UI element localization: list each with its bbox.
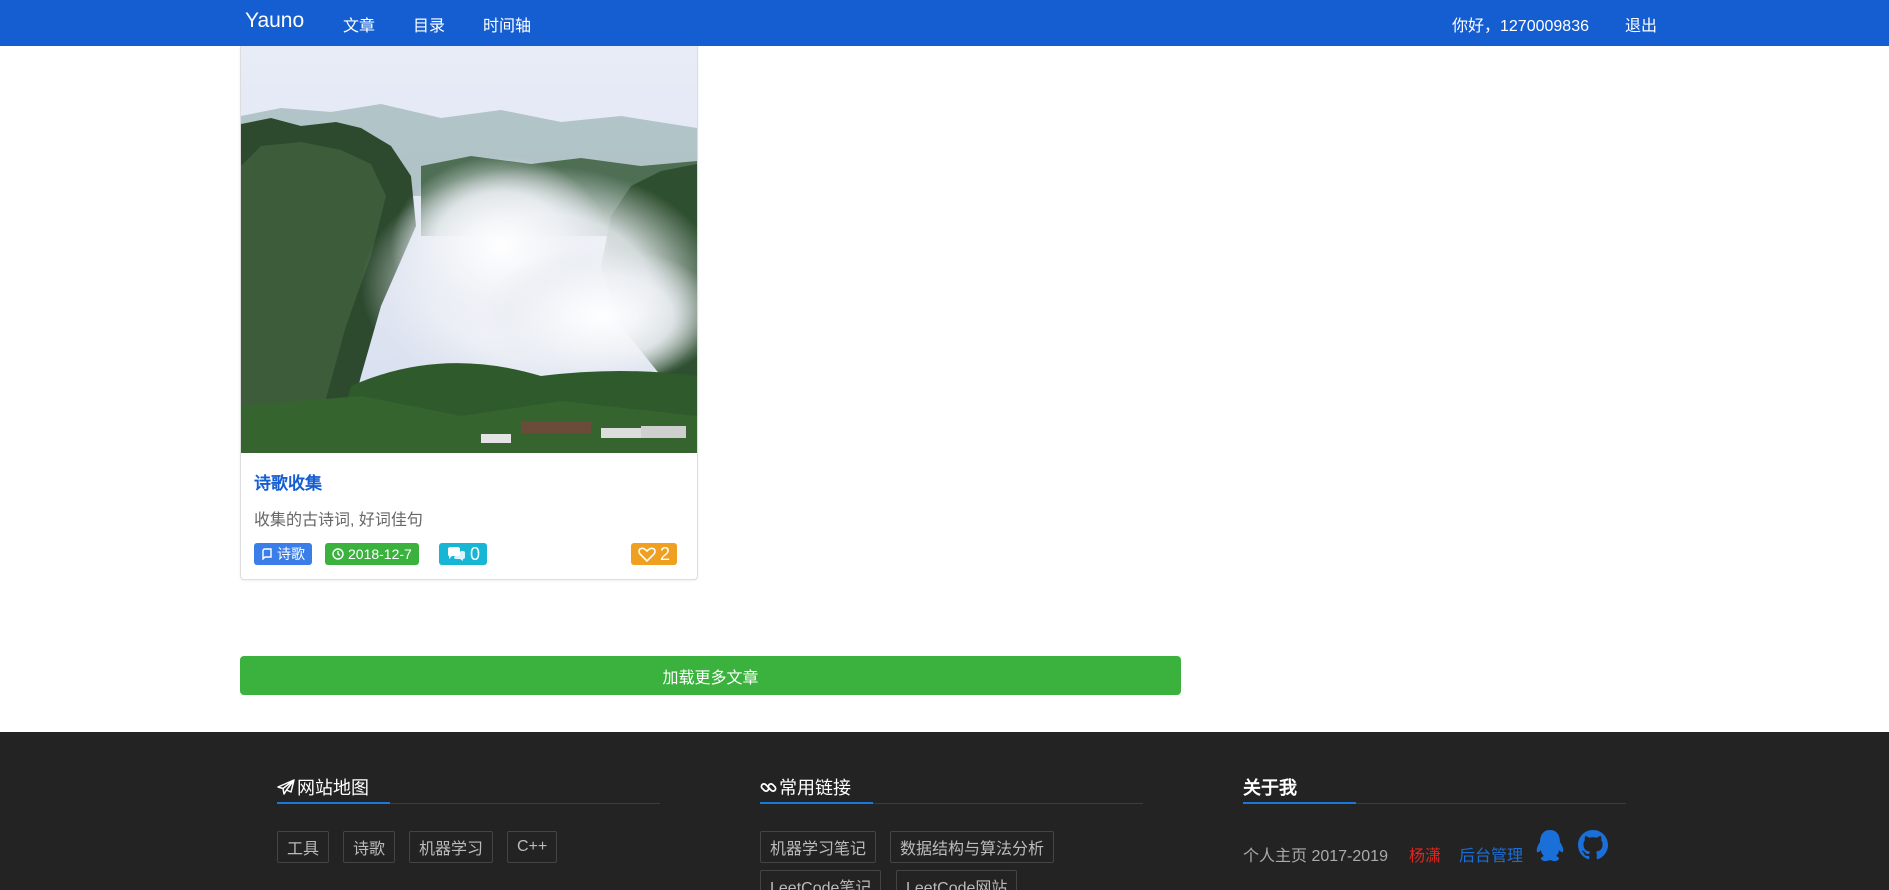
category-badge[interactable]: 诗歌 bbox=[254, 543, 312, 565]
sitemap-heading: 网站地图 bbox=[277, 774, 369, 800]
likes-count: 2 bbox=[660, 543, 671, 564]
clock-icon bbox=[332, 548, 344, 560]
links-title: 常用链接 bbox=[779, 778, 851, 798]
brand-link[interactable]: Yauno bbox=[245, 9, 304, 33]
tag-icon bbox=[262, 548, 272, 560]
link-tag-leetcode-notes[interactable]: LeetCode笔记 bbox=[760, 870, 882, 890]
sitemap-tag-poetry[interactable]: 诗歌 bbox=[343, 831, 396, 863]
date-badge: 2018-12-7 bbox=[325, 543, 419, 565]
sitemap-tag-tools[interactable]: 工具 bbox=[277, 831, 330, 863]
github-icon[interactable] bbox=[1578, 830, 1608, 860]
sitemap-tag-cpp[interactable]: C++ bbox=[507, 831, 558, 863]
user-greeting[interactable]: 你好，1270009836 bbox=[1452, 12, 1589, 36]
logout-link[interactable]: 退出 bbox=[1625, 12, 1657, 36]
links-heading: 常用链接 bbox=[760, 774, 851, 800]
homepage-text: 个人主页 2017-2019 bbox=[1243, 848, 1388, 865]
load-more-button[interactable]: 加载更多文章 bbox=[240, 656, 1181, 695]
heart-icon bbox=[638, 547, 656, 562]
comments-icon bbox=[448, 546, 465, 561]
about-heading: 关于我 bbox=[1243, 774, 1297, 800]
admin-link[interactable]: 后台管理 bbox=[1459, 842, 1523, 866]
link-tag-dsa[interactable]: 数据结构与算法分析 bbox=[890, 831, 1055, 863]
link-icon bbox=[760, 782, 777, 792]
comments-badge[interactable]: 0 bbox=[439, 543, 488, 565]
navbar: Yauno 文章 目录 时间轴 你好，1270009836 退出 bbox=[0, 0, 1889, 46]
article-card: 诗歌收集 收集的古诗词, 好词佳句 诗歌 2018-12-7 0 2 bbox=[240, 46, 698, 580]
qq-icon[interactable] bbox=[1533, 828, 1567, 864]
sitemap-title: 网站地图 bbox=[297, 778, 369, 798]
likes-badge[interactable]: 2 bbox=[631, 543, 678, 565]
link-tag-ml-notes[interactable]: 机器学习笔记 bbox=[760, 831, 877, 863]
sitemap-underline bbox=[277, 802, 390, 804]
author-link[interactable]: 杨潇 bbox=[1409, 842, 1441, 866]
paper-plane-icon bbox=[277, 779, 295, 795]
nav-catalog[interactable]: 目录 bbox=[413, 12, 445, 36]
article-description: 收集的古诗词, 好词佳句 bbox=[254, 512, 423, 529]
article-cover-image[interactable] bbox=[241, 46, 697, 453]
category-label: 诗歌 bbox=[277, 546, 305, 562]
nav-timeline[interactable]: 时间轴 bbox=[483, 12, 531, 36]
footer: 网站地图 工具 诗歌 机器学习 C++ 常用链接 关于我 个人主页 2017-2… bbox=[0, 732, 1889, 890]
about-title: 关于我 bbox=[1243, 778, 1297, 798]
links-underline bbox=[760, 802, 873, 804]
publish-date: 2018-12-7 bbox=[348, 546, 412, 562]
comments-count: 0 bbox=[470, 543, 481, 564]
sitemap-tag-ml[interactable]: 机器学习 bbox=[409, 831, 494, 863]
nav-articles[interactable]: 文章 bbox=[343, 12, 375, 36]
about-underline bbox=[1243, 802, 1356, 804]
article-title-link[interactable]: 诗歌收集 bbox=[254, 469, 322, 494]
link-tag-leetcode-site[interactable]: LeetCode网站 bbox=[896, 870, 1018, 890]
